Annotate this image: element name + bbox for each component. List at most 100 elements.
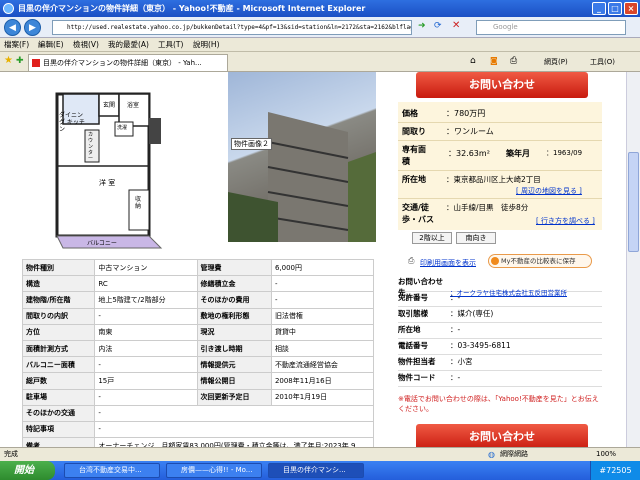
contact-label: 物件コード — [398, 373, 436, 382]
ie-logo-icon — [3, 3, 14, 14]
task-button-2[interactable]: 房價——心得!! - Mo... — [166, 463, 262, 478]
status-bar: 完成 ◍ 網際網路 100% — [0, 447, 640, 461]
price-label: 価格 — [402, 109, 418, 118]
btn-south-facing[interactable]: 南向き — [456, 232, 496, 244]
address-value: ：東京都品川区上大崎2丁目 — [446, 175, 541, 184]
table-label-cell: 修繕積立金 — [196, 275, 272, 293]
map-link[interactable]: [ 周辺の地図を見る ] — [516, 186, 582, 196]
contact-value: ：- — [450, 293, 461, 302]
table-value-cell: 2008年11月16日 — [270, 372, 375, 390]
contact-value: ：- — [450, 373, 461, 382]
building-photo[interactable]: 物件画像２ — [228, 72, 376, 242]
table-value-cell: 6,000円 — [270, 258, 375, 277]
feed-icon[interactable]: ◙ — [490, 56, 498, 65]
table-value-cell: - — [270, 275, 375, 293]
go-icon[interactable]: ➜ — [418, 21, 426, 31]
minimize-button[interactable]: _ — [592, 2, 606, 15]
contact-row: 物件コード ：- — [398, 372, 602, 387]
tab-bar: ★ ✚ 目黒の伴介マンションの物件詳細（東京） - Yah... ⌂ ◙ ⎙ 網… — [0, 52, 640, 72]
page-menu-button[interactable]: 網頁(P) — [544, 55, 568, 69]
menu-tools[interactable]: 工具(T) — [158, 39, 183, 51]
table-label-cell: 建物階/所在階 — [21, 291, 96, 309]
table-label-cell: 管理費 — [196, 258, 272, 277]
tools-menu-button[interactable]: 工具(O) — [590, 55, 615, 69]
contact-label: 物件担当者 — [398, 357, 436, 366]
close-button[interactable]: × — [624, 2, 638, 15]
contact-row: 電話番号 ：03-3495-6811 — [398, 340, 602, 355]
menu-edit[interactable]: 編輯(E) — [38, 39, 64, 51]
tab-active[interactable]: 目黒の伴介マンションの物件詳細（東京） - Yah... — [28, 54, 228, 71]
madori-value: ：ワンルーム — [446, 127, 494, 136]
plus-icon — [491, 257, 499, 265]
table-label-cell: バルコニー面積 — [21, 356, 96, 374]
btn-floor-above-2[interactable]: 2階以上 — [412, 232, 452, 244]
vertical-scrollbar[interactable] — [626, 72, 640, 447]
table-row: 構造 RC 修繕積立金 - — [21, 275, 375, 293]
table-value-cell: 2010年1月19日 — [270, 388, 375, 406]
menu-file[interactable]: 檔案(F) — [4, 39, 29, 51]
contact-row: 免許番号 ：- — [398, 292, 602, 307]
favorites-star-icon[interactable]: ★ — [4, 55, 13, 66]
table-value-cell: 地上5階建て/2階部分 — [94, 291, 198, 309]
year-value: ：1963/09 — [546, 149, 583, 157]
contact-label: 取引態様 — [398, 309, 428, 318]
table-row: 総戸数 15戸 情報公開日 2008年11月16日 — [21, 372, 375, 390]
table-label-cell: 情報提供元 — [196, 356, 272, 374]
table-row: 間取りの内訳 - 敷地の権利形態 旧法借権 — [21, 307, 375, 325]
task-button-3-active[interactable]: 目黒の伴介マンシ... — [268, 463, 364, 478]
table-row: バルコニー面積 - 情報提供元 不動産流通経営協会 — [21, 356, 375, 374]
table-row: そのほかの交通 - — [21, 404, 374, 422]
inquiry-button-top[interactable]: お問い合わせ — [416, 72, 588, 98]
table-value-cell: 相談 — [270, 339, 375, 358]
refresh-icon[interactable]: ⟳ — [434, 21, 442, 31]
floorplan-label-dk: ダイニング キッチン — [59, 112, 85, 133]
contact-label: 所在地 — [398, 325, 421, 334]
stop-icon[interactable]: ✕ — [452, 20, 460, 31]
table-value-cell: 15戸 — [94, 372, 198, 390]
table-value-cell: 貸貸中 — [270, 323, 375, 341]
print-icon[interactable]: ⎙ — [510, 56, 517, 66]
contact-label: 免許番号 — [398, 293, 428, 302]
maximize-button[interactable]: □ — [608, 2, 622, 15]
print-link[interactable]: 印刷用画面を表示 — [420, 258, 476, 268]
floorplan-label-laundry: 洗濯 — [117, 125, 128, 131]
add-favorite-icon[interactable]: ✚ — [16, 56, 24, 66]
address-input[interactable]: http://used.realestate.yahoo.co.jp/bukke… — [52, 20, 412, 35]
scrollbar-thumb[interactable] — [628, 152, 639, 252]
save-compare-label: My不動産の比較表に保存 — [501, 257, 576, 265]
table-label-cell: 情報公開日 — [196, 372, 272, 390]
menu-help[interactable]: 說明(H) — [193, 39, 220, 51]
status-text: 完成 — [4, 450, 18, 458]
inquiry-button-bottom[interactable]: お問い合わせ — [416, 424, 588, 447]
floorplan-label-bath: 浴室 — [127, 102, 140, 109]
address-toolbar: ◀ ▶ http://used.realestate.yahoo.co.jp/b… — [0, 17, 640, 38]
forward-button[interactable]: ▶ — [24, 19, 41, 36]
contact-value: ：03-3495-6811 — [450, 341, 511, 350]
table-label-cell: 間取りの内訳 — [21, 307, 96, 325]
back-button[interactable]: ◀ — [4, 19, 21, 36]
task-button-1[interactable]: 台湾不動産交易中... — [64, 463, 160, 478]
floorplan-image: 玄関 浴室 ダイニング キッチン カウンター 洗濯 洋 室 収納 バルコニー — [55, 74, 175, 250]
floorplan-label-storage: 収納 — [135, 196, 142, 210]
start-button[interactable]: 開始 — [0, 461, 55, 480]
yahoo-favicon-icon — [32, 59, 40, 67]
property-info-table: 物件種別 中古マンション 管理費 6,000円 構造 RC 修繕積立金 - 建物階/所在階 地上5… — [21, 258, 375, 447]
save-compare-button[interactable]: My不動産の比較表に保存 — [488, 254, 592, 268]
menu-favorites[interactable]: 我的最愛(A) — [108, 39, 149, 51]
madori-label: 間取り — [402, 127, 426, 136]
print-icon-page: ⎙ — [408, 256, 415, 265]
year-label: 築年月 — [506, 149, 530, 158]
zoom-level[interactable]: 100% — [596, 448, 616, 461]
route-link[interactable]: [ 行き方を調べる ] — [536, 216, 595, 226]
contact-row: 物件担当者 ：小宮 — [398, 356, 602, 371]
search-input[interactable]: Google — [476, 20, 626, 35]
page-content: 玄関 浴室 ダイニング キッチン カウンター 洗濯 洋 室 収納 バルコニー 物… — [0, 72, 626, 447]
menu-view[interactable]: 檢視(V) — [73, 39, 99, 51]
table-value-cell: - — [94, 307, 198, 325]
table-label-cell: 駐車場 — [21, 388, 96, 406]
contact-note: ※電話でお問い合わせの際は、「Yahoo!不動産を見た」とお伝えください。 — [398, 395, 599, 413]
home-icon[interactable]: ⌂ — [470, 56, 476, 66]
address-label: 所在地 — [402, 175, 426, 184]
area-value: ：32.63m² — [448, 149, 490, 158]
menu-bar: 檔案(F) 編輯(E) 檢視(V) 我的最愛(A) 工具(T) 說明(H) — [0, 38, 640, 52]
